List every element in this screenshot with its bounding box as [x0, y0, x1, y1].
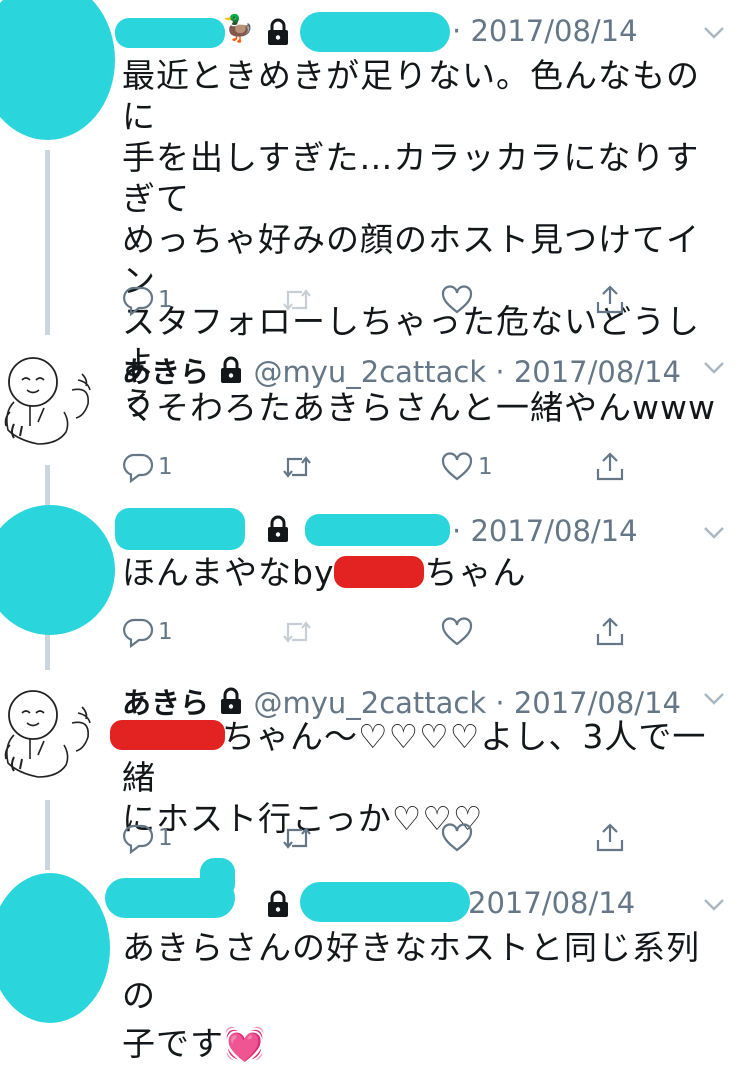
like-icon [441, 617, 473, 646]
chevron-down-icon[interactable] [703, 361, 725, 375]
avatar[interactable] [0, 873, 110, 1023]
tweet-date[interactable]: · 2017/08/14 [452, 14, 638, 48]
reply-icon [123, 618, 154, 648]
share-button[interactable] [594, 818, 626, 858]
redacted-name [115, 508, 245, 550]
like-icon [441, 285, 473, 314]
avatar[interactable] [0, 683, 100, 783]
like-icon [441, 452, 473, 481]
tweet-actions: 1 [122, 818, 642, 858]
reply-count: 1 [158, 825, 173, 851]
tweet-thread: 🦆 · 2017/08/14 最近ときめきが足りない。色んなものに 手を出しすぎ… [0, 0, 746, 1063]
user-handle[interactable]: @myu_2cattack [253, 686, 486, 720]
like-icon [441, 823, 473, 852]
avatar[interactable] [0, 0, 115, 140]
share-icon [596, 823, 624, 852]
reply-button[interactable]: 1 [122, 447, 173, 487]
lock-icon [221, 687, 242, 714]
tweet-actions: 1 [122, 612, 642, 652]
retweet-icon [283, 456, 311, 478]
retweet-button[interactable] [280, 280, 314, 320]
lock-icon [268, 515, 288, 542]
redacted-handle [305, 514, 450, 546]
tweet-text: くそわろたあきらさんと一緒やんwww [122, 388, 716, 427]
tweet-actions: 1 1 [122, 447, 642, 487]
retweet-icon [283, 621, 311, 643]
chevron-down-icon[interactable] [703, 692, 725, 706]
reply-icon [123, 453, 154, 483]
like-count: 1 [478, 454, 493, 480]
reply-count: 1 [158, 454, 173, 480]
tweet-date[interactable]: · 2017/08/14 [452, 514, 638, 548]
share-icon [596, 617, 624, 646]
avatar[interactable] [0, 505, 115, 635]
tweet-text: ほんまやなby ちゃん [122, 553, 527, 592]
reply-icon [123, 286, 154, 316]
retweet-icon [283, 827, 311, 849]
user-handle[interactable]: @myu_2cattack [253, 355, 486, 389]
share-button[interactable] [594, 447, 626, 487]
avatar[interactable] [0, 350, 100, 450]
bird-emoji-icon: 🦆 [222, 14, 255, 44]
share-button[interactable] [594, 612, 626, 652]
tweet[interactable]: あきら @myu_2cattack · 2017/08/14 ちゃん〜♡♡♡♡よ… [0, 668, 746, 863]
share-icon [596, 285, 624, 314]
retweet-button[interactable] [280, 447, 314, 487]
share-button[interactable] [594, 280, 626, 320]
lock-icon [221, 356, 242, 383]
tweet[interactable]: 🦆 · 2017/08/14 最近ときめきが足りない。色んなものに 手を出しすぎ… [0, 0, 746, 423]
chevron-down-icon[interactable] [703, 26, 725, 40]
tweet[interactable]: · 2017/08/14 ほんまやなby ちゃん 1 [0, 500, 746, 660]
tweet[interactable]: あきら @myu_2cattack · 2017/08/14 くそわろたあきらさ… [0, 335, 746, 485]
like-button[interactable] [440, 818, 478, 858]
chevron-down-icon[interactable] [703, 526, 725, 540]
display-name[interactable]: あきら [122, 355, 209, 389]
reply-button[interactable]: 1 [122, 280, 173, 320]
lock-icon [268, 890, 288, 917]
reply-count: 1 [158, 287, 173, 313]
retweet-icon [283, 289, 311, 311]
chevron-down-icon[interactable] [703, 898, 725, 912]
display-name[interactable]: あきら [122, 686, 209, 720]
redacted-name [200, 858, 235, 898]
tweet-date[interactable]: · 2017/08/14 [495, 355, 681, 389]
reply-button[interactable]: 1 [122, 818, 173, 858]
tweet-actions: 1 [122, 280, 642, 320]
redacted-handle [300, 12, 450, 52]
reply-icon [123, 824, 154, 854]
lock-icon [268, 18, 288, 45]
redacted-name [115, 18, 225, 48]
tweet-date[interactable]: 2017/08/14 [468, 886, 635, 920]
reply-button[interactable]: 1 [122, 612, 173, 652]
like-button[interactable] [440, 612, 478, 652]
like-button[interactable]: 1 [440, 447, 493, 487]
retweet-button[interactable] [280, 818, 314, 858]
redacted-handle [300, 882, 470, 922]
tweet-date[interactable]: · 2017/08/14 [495, 686, 681, 720]
tweet[interactable]: 2017/08/14 あきらさんの好きなホストと同じ系列の 子です💓 [0, 858, 746, 1063]
like-button[interactable] [440, 280, 478, 320]
tweet-header: あきら @myu_2cattack · 2017/08/14 [122, 349, 681, 391]
tweet-text: あきらさんの好きなホストと同じ系列の 子です💓 [122, 928, 700, 1063]
reply-count: 1 [158, 619, 173, 645]
share-icon [596, 452, 624, 481]
redacted-name-inline [334, 556, 425, 588]
retweet-button[interactable] [280, 612, 314, 652]
